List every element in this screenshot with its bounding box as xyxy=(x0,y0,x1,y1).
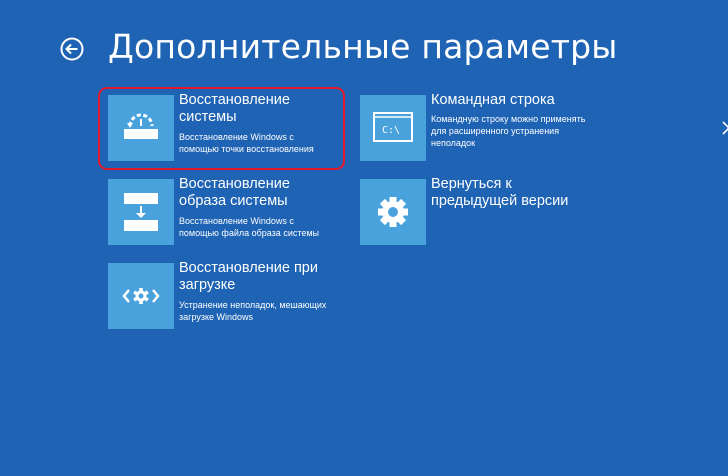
go-back-previous-version-tile[interactable]: Вернуться к предыдущей версии xyxy=(360,176,600,249)
page-title: Дополнительные параметры xyxy=(108,27,618,66)
go-back-previous-version-title: Вернуться к предыдущей версии xyxy=(431,176,569,209)
command-prompt-icon-text: C:\ xyxy=(382,125,400,136)
command-prompt-title: Командная строка xyxy=(431,92,555,108)
command-prompt-description: Командную строку можно применять для рас… xyxy=(431,114,586,148)
command-prompt-icon: C:\ xyxy=(360,95,426,161)
system-image-icon xyxy=(108,179,174,245)
command-prompt-tile[interactable]: C:\ Командная строка Командную строку мо… xyxy=(360,92,600,165)
system-restore-description: Восстановление Windows с помощью точки в… xyxy=(179,132,314,154)
back-arrow-circle-icon xyxy=(60,37,84,61)
system-restore-tile[interactable]: Восстановление системы Восстановление Wi… xyxy=(108,92,348,165)
back-button[interactable] xyxy=(60,37,84,61)
startup-repair-title: Восстановление при загрузке xyxy=(179,260,318,293)
startup-repair-tile[interactable]: Восстановление при загрузке Устранение н… xyxy=(108,260,348,333)
gear-icon xyxy=(360,179,426,245)
system-image-recovery-tile[interactable]: Восстановление образа системы Восстановл… xyxy=(108,176,348,249)
startup-repair-icon xyxy=(108,263,174,329)
scroll-right-button[interactable] xyxy=(722,121,728,135)
advanced-options-screen: Дополнительные параметры Восстановление … xyxy=(0,0,728,476)
system-restore-icon xyxy=(108,95,174,161)
system-image-recovery-title: Восстановление образа системы xyxy=(179,176,290,209)
system-restore-title: Восстановление системы xyxy=(179,92,290,125)
startup-repair-description: Устранение неполадок, мешающих загрузке … xyxy=(179,300,327,322)
chevron-right-icon xyxy=(722,121,728,135)
system-image-recovery-description: Восстановление Windows с помощью файла о… xyxy=(179,216,320,238)
